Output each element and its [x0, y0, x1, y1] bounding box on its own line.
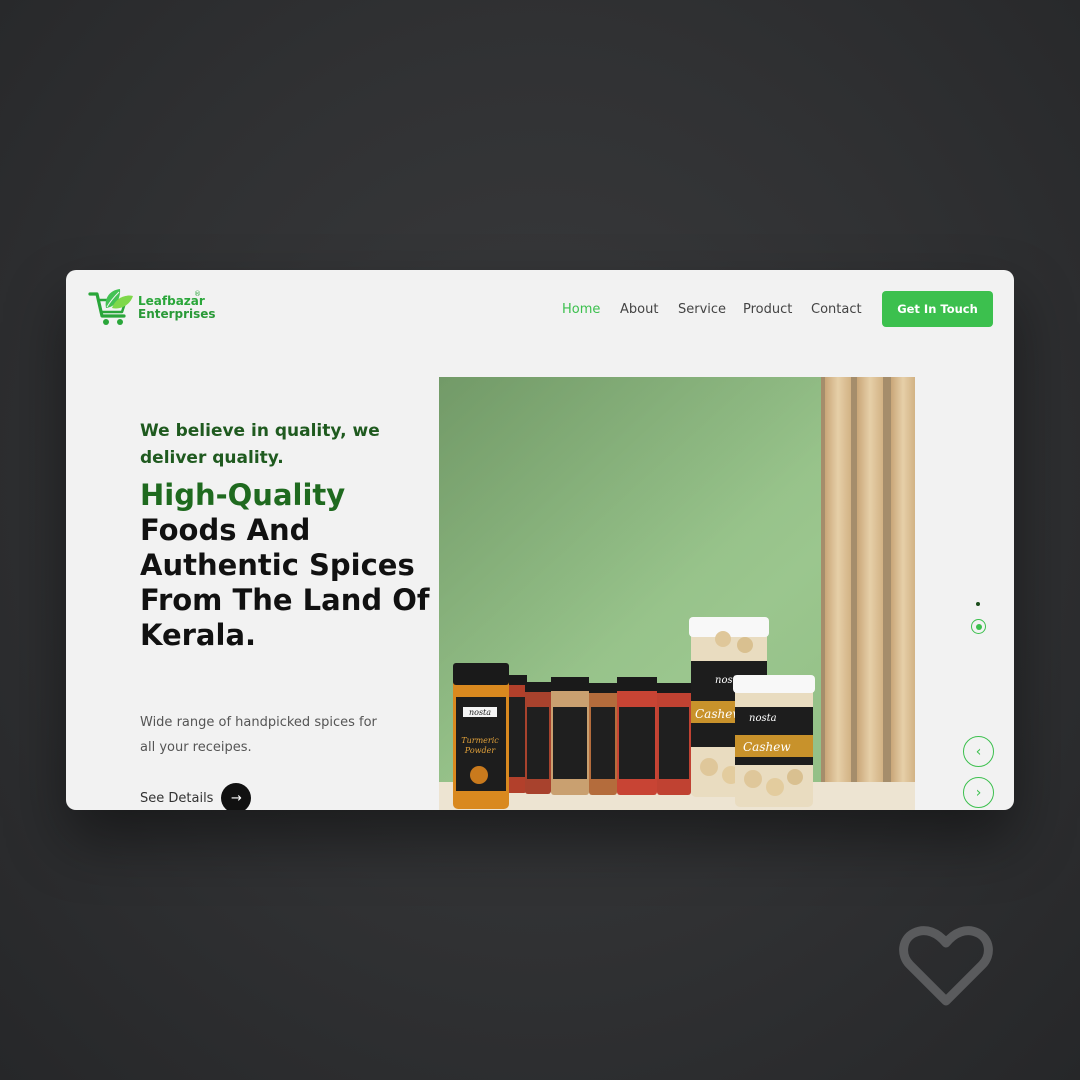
- chevron-right-icon[interactable]: ›: [963, 777, 994, 808]
- svg-text:Cashew: Cashew: [743, 740, 791, 754]
- hero-headline-accent: High-Quality: [140, 478, 346, 512]
- nav-service[interactable]: Service: [678, 302, 726, 317]
- see-details-link[interactable]: See Details →: [140, 783, 252, 810]
- hero-description: Wide range of handpicked spices for all …: [140, 715, 377, 755]
- cart-leaf-icon: [88, 289, 133, 325]
- website-card: Leafbazar Enterprises ® Home About Servi…: [66, 270, 1014, 810]
- svg-text:Powder: Powder: [464, 746, 497, 755]
- nav-home[interactable]: Home: [562, 302, 600, 317]
- jar-brand: nosta: [469, 708, 491, 717]
- heart-outline-icon[interactable]: [898, 925, 994, 1009]
- see-details-label: See Details: [140, 790, 214, 806]
- registered-mark: ®: [194, 290, 201, 298]
- get-in-touch-button[interactable]: Get In Touch: [882, 291, 993, 327]
- slide-indicator-1[interactable]: [976, 602, 980, 606]
- spice-jars-back: [503, 675, 691, 795]
- hero-headline: High-Quality Foods And Authentic Spices …: [140, 478, 440, 653]
- arrow-right-icon[interactable]: →: [221, 783, 252, 810]
- hero-product-image: nosta Turmeric Powder nosta Cashew nosta…: [439, 377, 915, 810]
- turmeric-jar: nosta Turmeric Powder: [453, 663, 509, 809]
- nav-about[interactable]: About: [620, 302, 658, 317]
- svg-text:Turmeric: Turmeric: [461, 736, 499, 745]
- nav-contact[interactable]: Contact: [811, 302, 862, 317]
- hero-tagline: We believe in quality, we deliver qualit…: [140, 421, 380, 468]
- svg-text:nosta: nosta: [749, 713, 777, 724]
- brand-logo[interactable]: Leafbazar Enterprises ®: [88, 288, 216, 328]
- brand-name-line2: Enterprises: [138, 307, 216, 321]
- chevron-left-icon[interactable]: ‹: [963, 736, 994, 767]
- cashew-jar-short: nosta Cashew: [733, 675, 815, 807]
- nav-product[interactable]: Product: [743, 302, 792, 317]
- brand-name: Leafbazar Enterprises: [138, 295, 216, 321]
- slide-indicator-2-active[interactable]: [971, 619, 986, 634]
- hero-headline-rest: Foods And Authentic Spices From The Land…: [140, 513, 430, 652]
